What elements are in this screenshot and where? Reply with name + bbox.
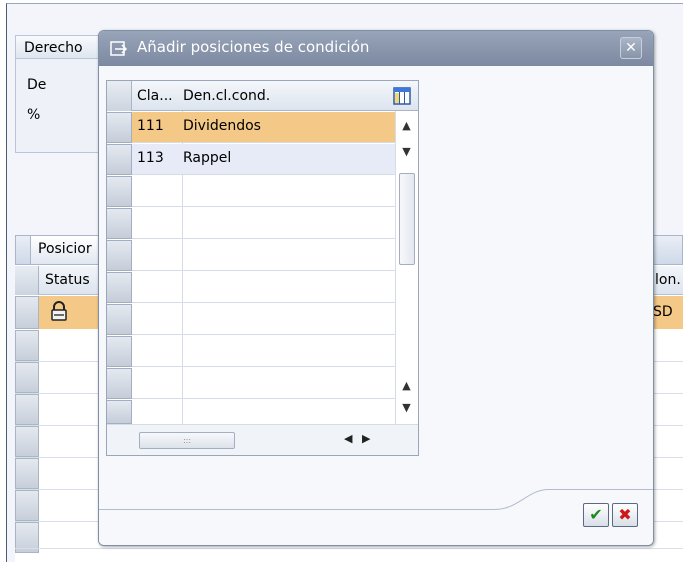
scroll-left-icon[interactable]: ◀ [344, 432, 352, 445]
group-title: Derecho [15, 35, 110, 59]
row-selector[interactable] [15, 458, 39, 489]
table-corner [15, 266, 39, 295]
row-divider [15, 548, 683, 549]
cell-den: Dividendos [183, 118, 261, 134]
row-selector[interactable] [107, 240, 132, 271]
row-selector[interactable] [15, 394, 39, 425]
cell-cla: 111 [137, 118, 164, 134]
row-selector[interactable] [15, 362, 39, 393]
dialog-window-icon [109, 39, 129, 59]
column-header-den[interactable]: Den.cl.cond. [183, 88, 270, 104]
row-selector[interactable] [107, 112, 132, 143]
conditions-table: Cla... Den.cl.cond. 111 Dividendos 113 R… [106, 80, 419, 456]
row-selector[interactable] [107, 368, 132, 399]
dialog-title: Añadir posiciones de condición [137, 38, 370, 56]
cell-den: Rappel [183, 150, 232, 166]
scroll-up-icon[interactable]: ▲ [396, 375, 417, 397]
table-row-empty[interactable] [132, 208, 395, 239]
row-selector[interactable] [15, 426, 39, 457]
table-row-empty[interactable] [132, 368, 395, 399]
row-selector[interactable] [107, 176, 132, 207]
row-selector[interactable] [107, 208, 132, 239]
row-selector[interactable] [107, 144, 132, 175]
horizontal-scrollbar[interactable]: ::: ◀ ▶ [107, 424, 418, 455]
table-row-empty[interactable] [132, 304, 395, 335]
row-selector[interactable] [15, 330, 39, 361]
confirm-button[interactable]: ✔ [583, 503, 609, 527]
lock-icon [48, 300, 70, 322]
scroll-down-icon[interactable]: ▼ [396, 141, 417, 163]
column-header-right[interactable]: lon. [655, 272, 681, 288]
footer-divider [99, 489, 653, 510]
table-row-empty[interactable] [132, 272, 395, 303]
column-header-status[interactable]: Status [45, 272, 90, 288]
row-selector[interactable] [107, 336, 132, 367]
table-row-empty[interactable] [132, 176, 395, 207]
field-label-percent: % [27, 107, 41, 123]
table-settings-icon[interactable] [393, 87, 411, 105]
row-selector[interactable] [107, 272, 132, 303]
close-button[interactable]: ✕ [620, 37, 642, 59]
row-selector[interactable] [107, 400, 132, 424]
cancel-button[interactable]: ✖ [612, 503, 638, 527]
row-selector[interactable] [15, 296, 39, 329]
field-label-de: De [27, 77, 47, 93]
vertical-scrollbar[interactable]: ▲ ▼ ▲ ▼ [395, 111, 418, 424]
dialog-title-bar[interactable]: Añadir posiciones de condición ✕ [99, 31, 653, 66]
table-row[interactable]: 111 Dividendos [132, 112, 395, 143]
cell-cla: 113 [137, 150, 164, 166]
table-row-empty[interactable] [132, 240, 395, 271]
row-value-right: SD [653, 304, 673, 320]
table-row-empty[interactable] [132, 336, 395, 367]
table-row[interactable]: 113 Rappel [132, 144, 395, 175]
select-all-corner[interactable] [107, 81, 132, 111]
scroll-up-icon[interactable]: ▲ [396, 115, 417, 137]
row-selector[interactable] [107, 304, 132, 335]
add-condition-positions-dialog: Añadir posiciones de condición ✕ Cla... … [98, 30, 654, 546]
horizontal-scroll-thumb[interactable]: ::: [139, 432, 235, 449]
scroll-right-icon[interactable]: ▶ [362, 432, 370, 445]
scroll-down-icon[interactable]: ▼ [396, 397, 417, 419]
row-selector[interactable] [15, 490, 39, 521]
vertical-scroll-thumb[interactable] [399, 173, 415, 265]
column-header-cla[interactable]: Cla... [137, 88, 173, 104]
